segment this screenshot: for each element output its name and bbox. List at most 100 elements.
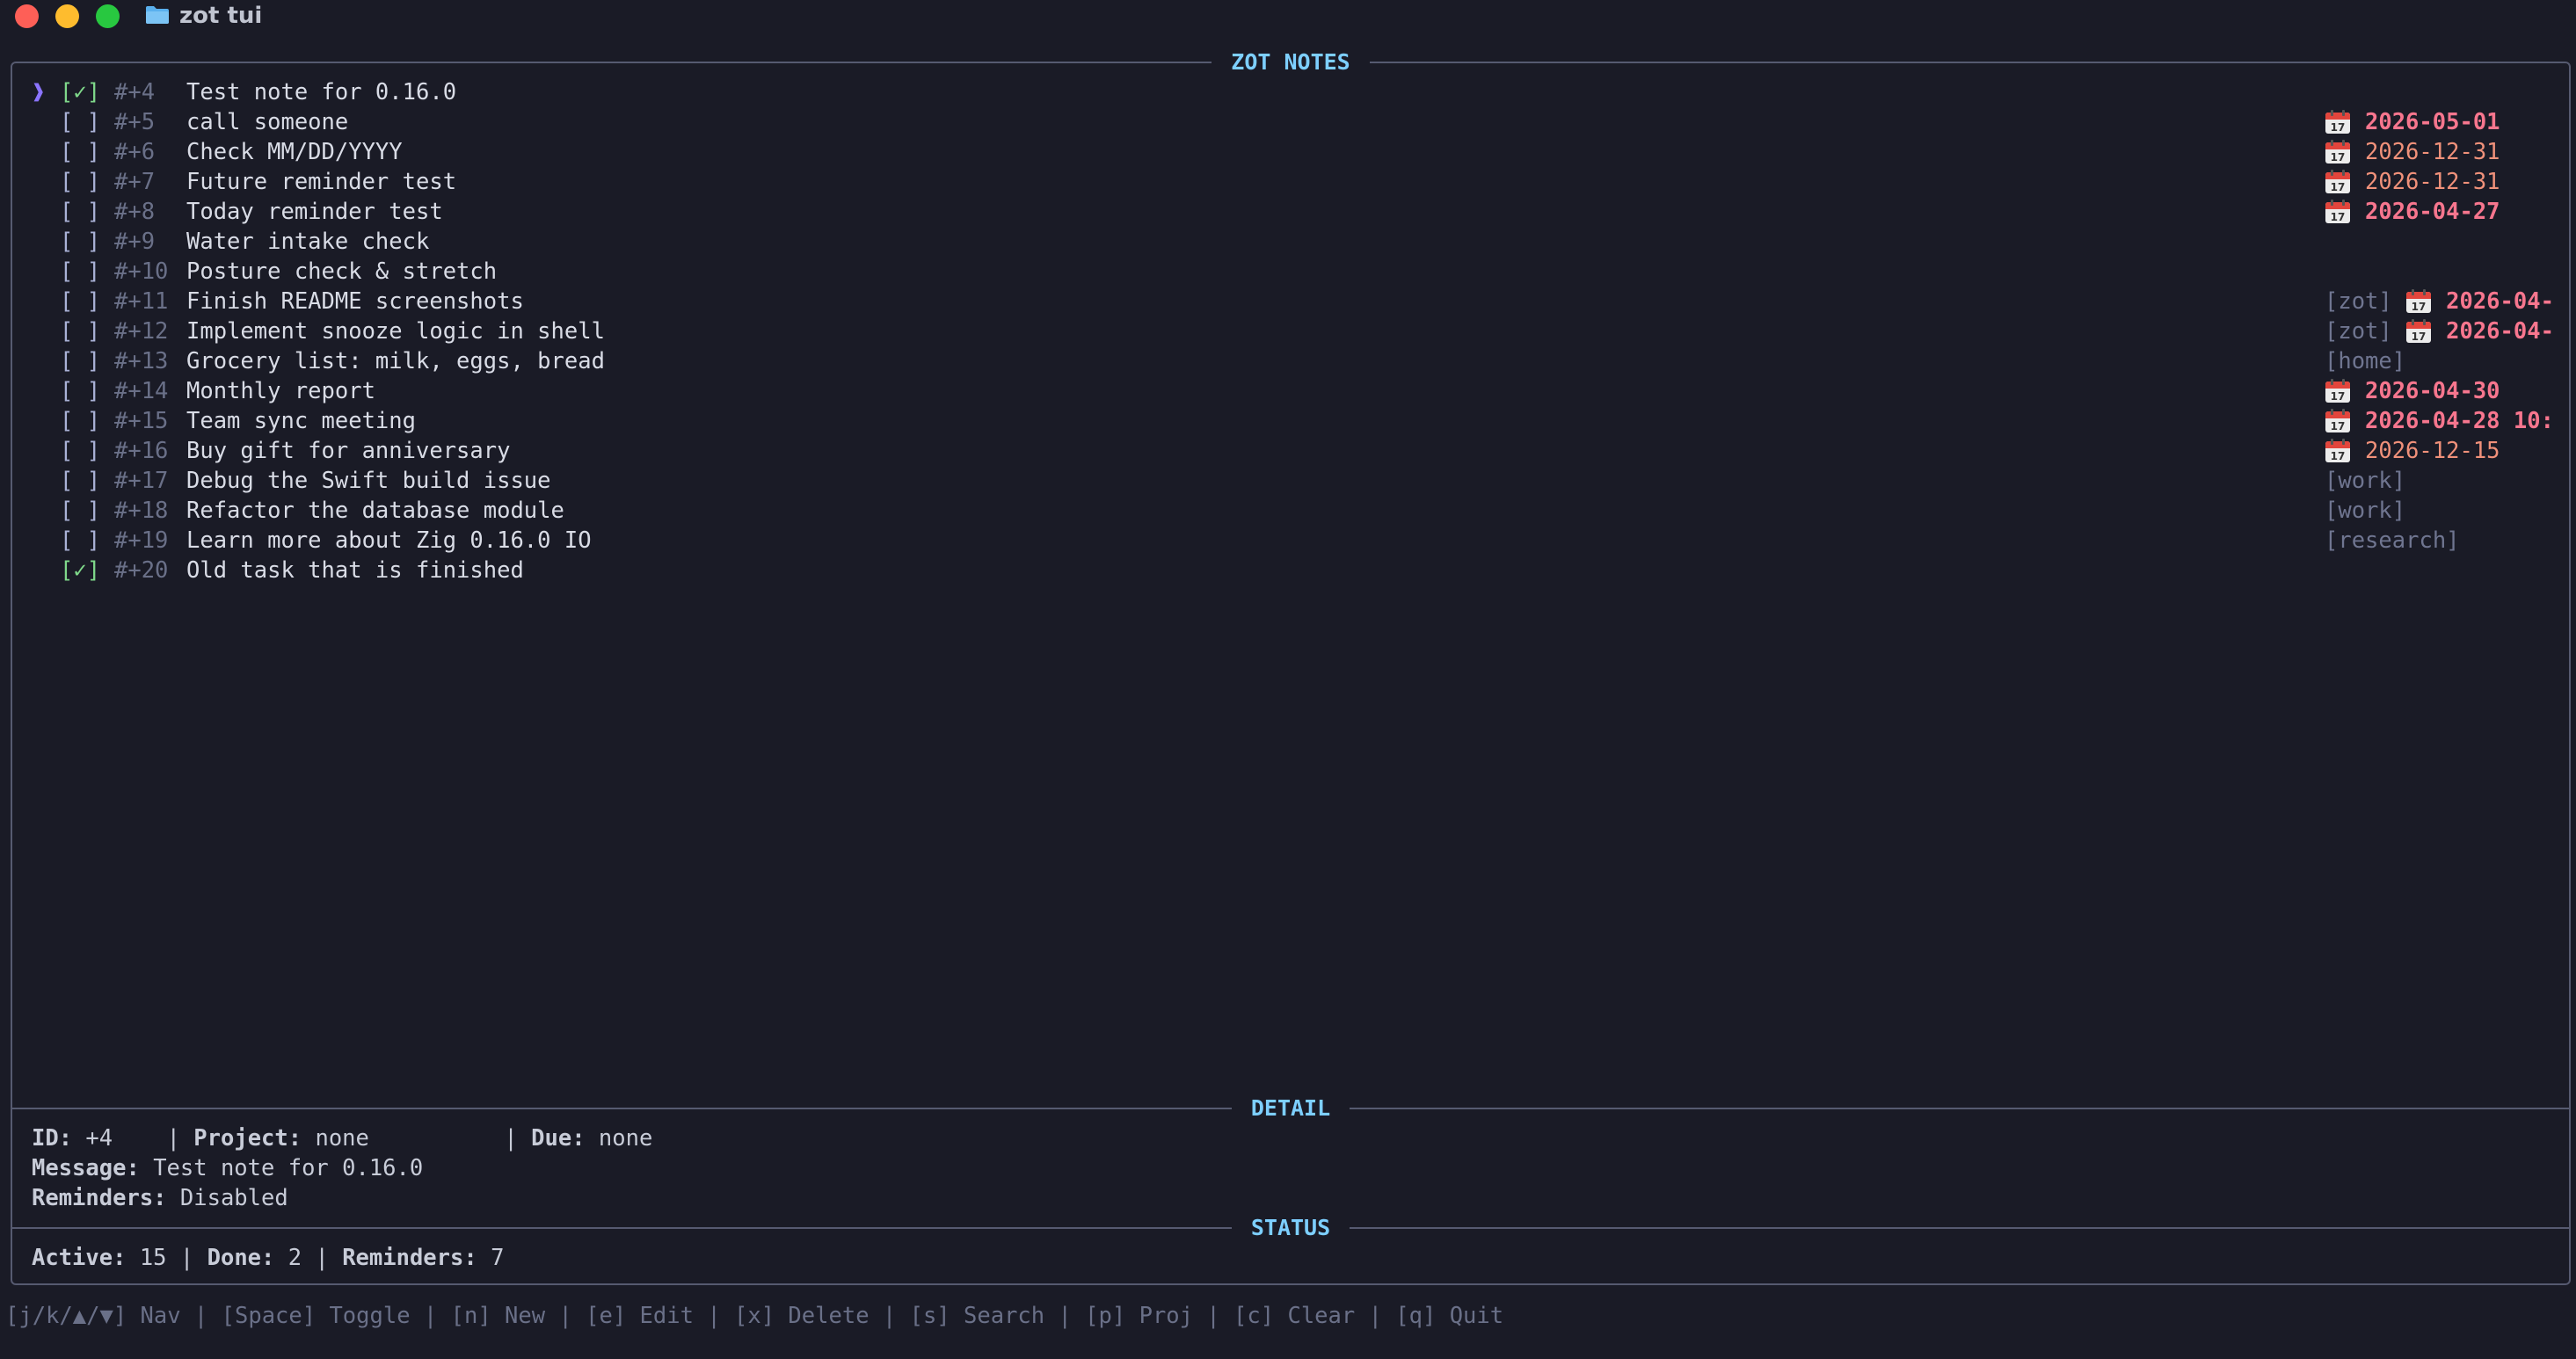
note-text: Finish README screenshots [186,288,524,315]
svg-text:17: 17 [2412,331,2427,343]
note-row[interactable]: [ ] #+7 Future reminder test 17 2026-12-31 [32,167,2572,197]
note-text: Monthly report [186,378,375,404]
note-row[interactable]: [ ] #+19 Learn more about Zig 0.16.0 IO [re… [32,526,2572,556]
due-date: 2026-04-28 10: [2365,408,2554,434]
status-title: STATUS [11,1213,2571,1243]
note-text: Future reminder test [186,169,457,195]
note-checkbox[interactable]: [ ] [60,526,100,556]
note-meta: [work] [2325,496,2405,526]
svg-text:17: 17 [2331,211,2346,223]
due-date: 2026-04- [2446,288,2554,315]
note-row[interactable]: [ ] #+13 Grocery list: milk, eggs, bread [h… [32,346,2572,376]
note-row[interactable]: ❱ [✓] #+4 Test note for 0.16.0 [32,77,2572,107]
calendar-icon: 17 [2325,200,2351,224]
note-row[interactable]: [ ] #+5 call someone 17 2026-05-01 [32,107,2572,137]
due-date: 2026-04-27 [2365,199,2500,225]
note-id: #+13 [114,348,169,374]
note-row[interactable]: [ ] #+14 Monthly report 17 2026-04-30 [32,376,2572,406]
note-row[interactable]: [ ] #+18 Refactor the database module [work… [32,496,2572,526]
note-id: #+11 [114,288,169,315]
detail-project-value: none [315,1125,369,1152]
close-window-button[interactable] [15,4,39,28]
note-checkbox[interactable]: [ ] [60,406,100,436]
note-checkbox[interactable]: [✓] [60,77,100,107]
note-checkbox[interactable]: [ ] [60,227,100,257]
note-text: Today reminder test [186,199,443,225]
due-date: 2026-05-01 [2365,109,2500,135]
status-done-value: 2 [287,1245,302,1271]
note-text: Refactor the database module [186,498,564,524]
due-date: 2026-04-30 [2365,378,2500,404]
note-row[interactable]: [ ] #+8 Today reminder test 17 2026-04-27 [32,197,2572,227]
note-id: #+17 [114,468,169,494]
note-text: Learn more about Zig 0.16.0 IO [186,527,592,554]
project-tag: [research] [2325,527,2460,554]
note-text: Check MM/DD/YYYY [186,139,403,165]
detail-project-label: Project: [193,1125,302,1152]
calendar-icon: 17 [2405,319,2432,344]
calendar-icon: 17 [2325,140,2351,164]
note-row[interactable]: [ ] #+12 Implement snooze logic in shell [z… [32,316,2572,346]
note-row[interactable]: [ ] #+9 Water intake check [32,227,2572,257]
note-id: #+15 [114,408,169,434]
status-line: Active: 15 | Done: 2 | Reminders: 7 [32,1245,505,1271]
note-checkbox[interactable]: [ ] [60,197,100,227]
status-active-value: 15 [139,1245,167,1271]
note-row[interactable]: [ ] #+15 Team sync meeting 17 2026-04-28 10: [32,406,2572,436]
note-checkbox[interactable]: [ ] [60,107,100,137]
detail-due-value: none [598,1125,653,1152]
note-checkbox[interactable]: [ ] [60,436,100,466]
note-id: #+16 [114,438,169,464]
note-row[interactable]: [ ] #+11 Finish README screenshots [zot] 17… [32,287,2572,316]
note-checkbox[interactable]: [ ] [60,376,100,406]
svg-text:17: 17 [2331,420,2346,432]
svg-text:17: 17 [2331,450,2346,462]
note-text: Posture check & stretch [186,258,498,285]
note-text: Water intake check [186,229,430,255]
note-row[interactable]: [ ] #+6 Check MM/DD/YYYY 17 2026-12-31 [32,137,2572,167]
detail-line-ids: ID: +4 | Project: none | Due: none [32,1125,653,1152]
svg-text:17: 17 [2331,151,2346,164]
note-checkbox[interactable]: [ ] [60,346,100,376]
status-done-label: Done: [207,1245,275,1271]
note-checkbox[interactable]: [ ] [60,167,100,197]
minimize-window-button[interactable] [55,4,79,28]
project-tag: [zot] [2325,318,2392,345]
note-checkbox[interactable]: [ ] [60,137,100,167]
calendar-icon: 17 [2325,379,2351,403]
note-checkbox[interactable]: [ ] [60,496,100,526]
note-checkbox[interactable]: [ ] [60,466,100,496]
note-meta: [research] [2325,526,2460,556]
detail-reminders-value: Disabled [179,1185,288,1211]
window-title: zot tui [179,3,263,29]
calendar-icon: 17 [2325,170,2351,194]
note-row[interactable]: [ ] #+16 Buy gift for anniversary 17 2026-12… [32,436,2572,466]
note-meta: 17 2026-12-31 [2325,167,2500,197]
keybindings-hint: [j/k/▲/▼] Nav | [Space] Toggle | [n] New… [5,1303,1504,1329]
note-id: #+6 [114,139,156,165]
note-meta: 17 2026-12-15 [2325,436,2500,466]
project-tag: [work] [2325,468,2406,494]
zoom-window-button[interactable] [96,4,120,28]
folder-icon [146,6,169,24]
note-id: #+7 [114,169,156,195]
note-text: Old task that is finished [186,557,524,584]
detail-message-label: Message: [32,1155,140,1181]
due-date: 2026-12-15 [2365,438,2500,464]
detail-line-reminders: Reminders: Disabled [32,1183,288,1213]
note-meta: 17 2026-04-30 [2325,376,2500,406]
note-row[interactable]: [ ] #+10 Posture check & stretch [32,257,2572,287]
note-checkbox[interactable]: [ ] [60,316,100,346]
note-checkbox[interactable]: [ ] [60,257,100,287]
svg-text:17: 17 [2412,301,2427,313]
project-tag: [zot] [2325,288,2392,315]
note-row[interactable]: [✓] #+20 Old task that is finished [32,556,2572,585]
calendar-icon: 17 [2325,439,2351,463]
note-checkbox[interactable]: [ ] [60,287,100,316]
note-meta: [home] [2325,346,2405,376]
project-tag: [work] [2325,498,2406,524]
note-row[interactable]: [ ] #+17 Debug the Swift build issue [work] [32,466,2572,496]
note-meta: 17 2026-12-31 [2325,137,2500,167]
note-checkbox[interactable]: [✓] [60,556,100,585]
note-text: call someone [186,109,349,135]
